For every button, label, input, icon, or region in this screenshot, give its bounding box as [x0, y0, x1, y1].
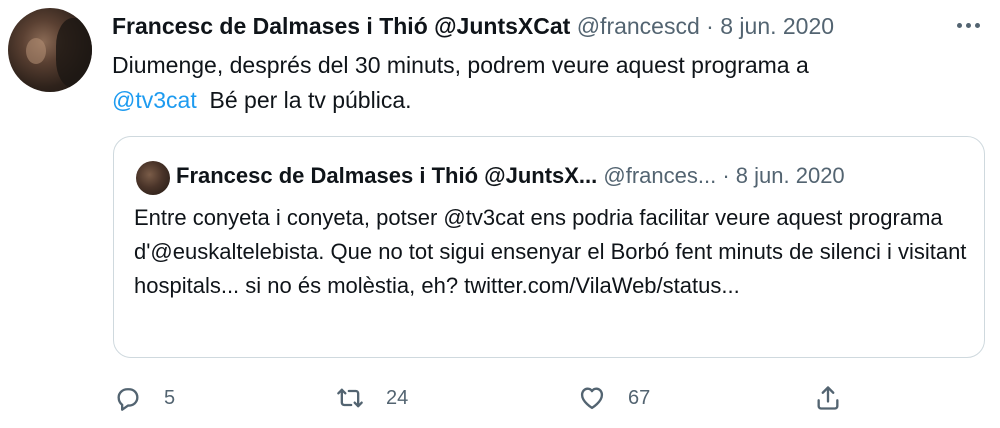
tweet-text: Diumenge, després del 30 minuts, podrem …	[112, 48, 972, 118]
author-name[interactable]: Francesc de Dalmases i Thió @JuntsXCat	[112, 13, 570, 39]
separator-dot: ·	[706, 13, 714, 39]
retweet-button[interactable]: 24	[336, 380, 408, 416]
tweet-date[interactable]: 8 jun. 2020	[720, 13, 834, 39]
tweet-text-part1: Diumenge, després del 30 minuts, podrem …	[112, 52, 809, 78]
quoted-tweet-date: 8 jun. 2020	[735, 163, 845, 188]
author-avatar[interactable]	[8, 8, 92, 92]
avatar-shadow	[56, 18, 92, 88]
mention-link[interactable]: @tv3cat	[112, 87, 197, 113]
tweet-text-part2: Bé per la tv pública.	[196, 87, 412, 113]
retweet-icon	[337, 388, 363, 408]
tweet-header: Francesc de Dalmases i Thió @JuntsXCat @…	[112, 11, 834, 41]
author-handle[interactable]: @francescd	[577, 13, 700, 39]
retweet-count: 24	[386, 386, 409, 409]
reply-icon	[117, 388, 139, 411]
quoted-author-name: Francesc de Dalmases i Thió @JuntsX...	[176, 163, 598, 188]
quoted-tweet-text: Entre conyeta i conyeta, potser @tv3cat …	[134, 205, 967, 298]
quoted-author-handle: @frances...	[603, 163, 717, 188]
like-button[interactable]: 67	[578, 380, 650, 416]
more-options-icon[interactable]	[948, 10, 988, 40]
quoted-author-avatar	[136, 161, 170, 195]
reply-button[interactable]: 5	[114, 380, 175, 416]
tweet-actions-bar: 5 24 67	[0, 380, 1000, 420]
like-count: 67	[628, 386, 651, 409]
quoted-separator-dot: ·	[722, 163, 730, 188]
reply-count: 5	[164, 386, 176, 409]
quoted-tweet-header: Francesc de Dalmases i Thió @JuntsX... @…	[176, 161, 845, 191]
quoted-tweet-card[interactable]: Francesc de Dalmases i Thió @JuntsX... @…	[113, 136, 985, 358]
share-icon	[817, 386, 839, 410]
heart-icon	[580, 387, 604, 410]
share-button[interactable]	[814, 380, 842, 416]
avatar-highlight	[26, 38, 46, 64]
